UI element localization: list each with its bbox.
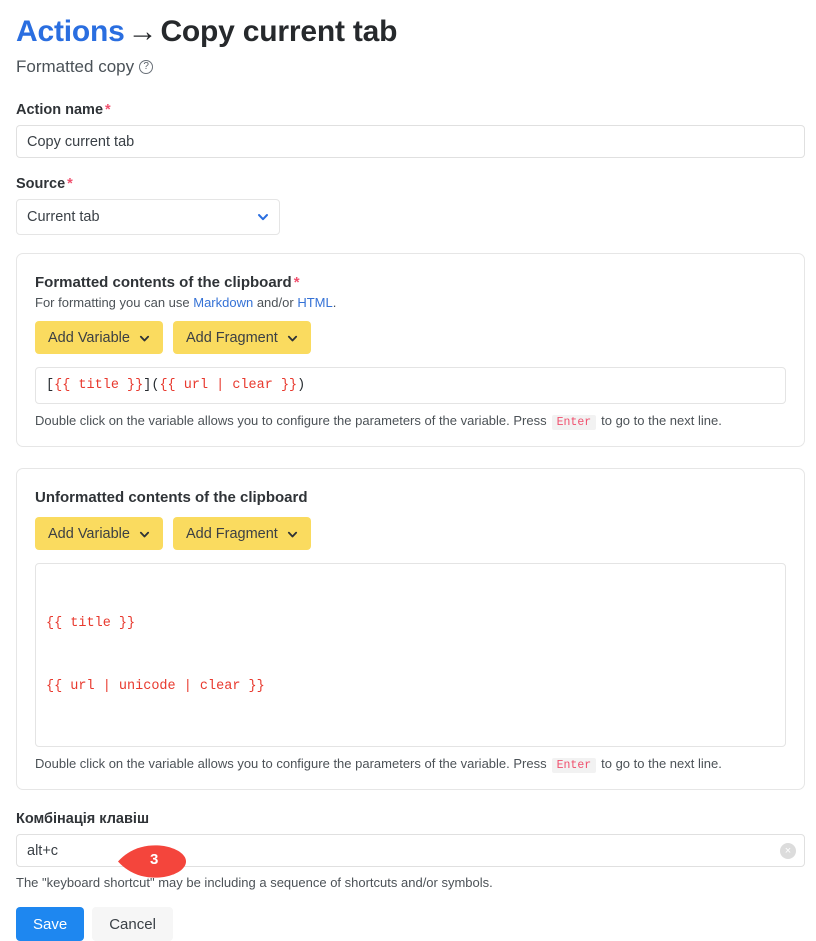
hint-before: Double click on the variable allows you … xyxy=(35,756,547,771)
shortcut-label: Комбінація клавіш xyxy=(16,811,150,827)
chevron-down-icon xyxy=(287,528,298,539)
chevron-down-icon xyxy=(287,332,298,343)
code-variable-url[interactable]: {{ url | clear }} xyxy=(159,378,297,393)
formatted-card-title-text: Formatted contents of the clipboard xyxy=(35,274,292,291)
html-link[interactable]: HTML xyxy=(297,295,332,310)
breadcrumb-current: Copy current tab xyxy=(160,15,398,48)
source-label-text: Source xyxy=(16,176,66,192)
formatted-card-buttons: Add Variable Add Fragment xyxy=(35,321,786,354)
shortcut-input-wrap: × 3 xyxy=(16,834,805,878)
hint-before: Double click on the variable allows you … xyxy=(35,413,547,428)
code-plain: [ xyxy=(46,378,55,393)
required-asterisk: * xyxy=(67,176,73,192)
save-button[interactable]: Save xyxy=(16,907,85,941)
source-field: Source * Current tab xyxy=(16,176,805,235)
unformatted-editor-hint: Double click on the variable allows you … xyxy=(35,756,786,773)
formatted-template-editor[interactable]: [{{ title }}]({{ url | clear }}) xyxy=(35,367,786,404)
hint-after: to go to the next line. xyxy=(601,413,722,428)
subtitle-text: Formatted copy xyxy=(16,57,135,76)
page-title: Actions → Copy current tab xyxy=(16,14,805,50)
add-variable-button-formatted[interactable]: Add Variable xyxy=(35,321,163,354)
cancel-button[interactable]: Cancel xyxy=(92,907,173,941)
code-plain: ]( xyxy=(143,378,160,393)
page-subtitle: Formatted copy ? xyxy=(16,56,805,78)
question-mark-circle-icon[interactable]: ? xyxy=(139,60,154,74)
action-name-field: Action name * xyxy=(16,102,805,158)
source-label: Source * xyxy=(16,176,805,192)
source-select[interactable]: Current tab xyxy=(16,199,280,235)
add-fragment-button-unformatted[interactable]: Add Fragment xyxy=(172,517,311,550)
formatted-editor-hint: Double click on the variable allows you … xyxy=(35,413,786,430)
required-asterisk: * xyxy=(105,102,111,118)
sub-prefix: For formatting you can use xyxy=(35,295,194,310)
add-variable-label: Add Variable xyxy=(48,329,130,346)
add-fragment-button-formatted[interactable]: Add Fragment xyxy=(172,321,311,354)
action-name-label-text: Action name xyxy=(16,102,104,118)
add-fragment-label: Add Fragment xyxy=(185,525,278,542)
enter-key-badge: Enter xyxy=(551,758,597,773)
shortcut-field: Комбінація клавіш × 3 The "keyboard shor… xyxy=(16,811,805,890)
breadcrumb-actions-link[interactable]: Actions xyxy=(16,15,125,48)
form-footer: Save Cancel xyxy=(16,907,805,941)
sub-suffix: . xyxy=(332,295,337,310)
source-select-wrap: Current tab xyxy=(16,199,280,235)
formatted-card-title: Formatted contents of the clipboard * xyxy=(35,274,786,291)
code-plain: ) xyxy=(297,378,306,393)
chevron-down-icon xyxy=(139,332,150,343)
code-variable-title[interactable]: {{ title }} xyxy=(46,613,775,634)
clear-icon[interactable]: × xyxy=(780,843,796,859)
action-edit-page: Actions → Copy current tab Formatted copy … xyxy=(0,0,816,941)
action-name-input[interactable] xyxy=(16,125,805,158)
required-asterisk: * xyxy=(293,274,300,291)
markdown-link[interactable]: Markdown xyxy=(193,295,253,310)
formatted-card-subtext: For formatting you can use Markdown and/… xyxy=(35,295,786,310)
hint-after: to go to the next line. xyxy=(601,756,722,771)
formatted-contents-card: Formatted contents of the clipboard * For… xyxy=(16,253,805,447)
breadcrumb-arrow-icon: → xyxy=(127,15,158,48)
shortcut-helper-text: The "keyboard shortcut" may be including… xyxy=(16,875,493,890)
unformatted-template-editor[interactable]: {{ title }} {{ url | unicode | clear }} xyxy=(35,563,786,747)
unformatted-card-buttons: Add Variable Add Fragment xyxy=(35,517,786,550)
chevron-down-icon xyxy=(139,528,150,539)
code-variable-title[interactable]: {{ title }} xyxy=(54,378,143,393)
add-variable-label: Add Variable xyxy=(48,525,130,542)
shortcut-input[interactable] xyxy=(16,834,805,867)
add-variable-button-unformatted[interactable]: Add Variable xyxy=(35,517,163,550)
unformatted-contents-card: Unformatted contents of the clipboard Ad… xyxy=(16,468,805,790)
sub-middle: and/or xyxy=(253,295,298,310)
code-variable-url[interactable]: {{ url | unicode | clear }} xyxy=(46,676,775,697)
add-fragment-label: Add Fragment xyxy=(185,329,278,346)
unformatted-card-title: Unformatted contents of the clipboard xyxy=(35,489,308,506)
enter-key-badge: Enter xyxy=(551,415,597,430)
action-name-label: Action name * xyxy=(16,102,805,118)
